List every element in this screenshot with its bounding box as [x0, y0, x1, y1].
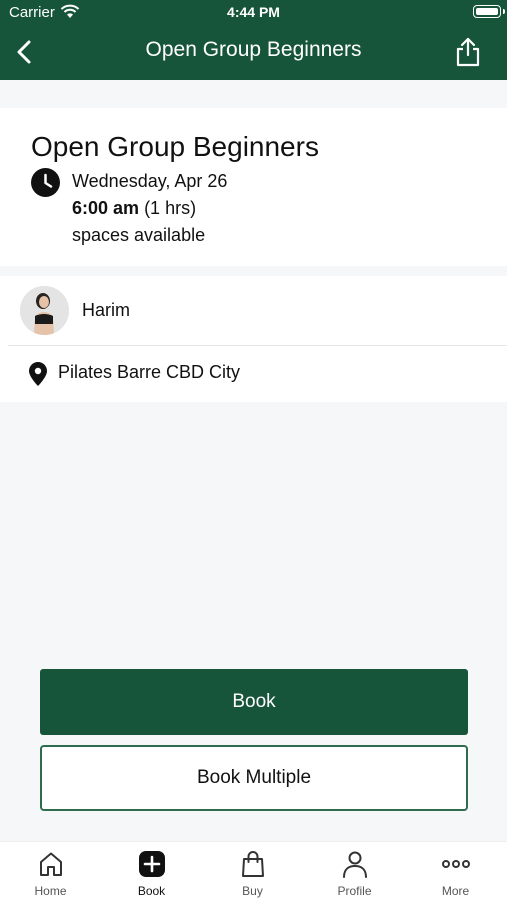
instructor-name: Harim [82, 300, 130, 320]
location-name: Pilates Barre CBD City [58, 362, 241, 382]
tab-home[interactable]: Home [0, 842, 101, 901]
class-duration: (1 hrs) [144, 198, 197, 218]
tab-buy[interactable]: Buy [202, 842, 303, 901]
spaces-available: spaces available [72, 225, 206, 245]
class-date: Wednesday, Apr 26 [72, 171, 228, 191]
details-card: Harim Pilates Barre CBD City [0, 276, 507, 402]
more-dots-icon [441, 860, 470, 868]
tab-more[interactable]: More [405, 842, 506, 901]
class-time-row: 6:00 am (1 hrs) [72, 198, 196, 219]
location-row[interactable]: Pilates Barre CBD City [0, 346, 507, 402]
share-icon[interactable] [453, 36, 483, 68]
header: Carrier 4:44 PM Open Group Beginners [0, 0, 507, 80]
status-bar: Carrier 4:44 PM [0, 0, 507, 26]
tab-book-label: Book [137, 884, 166, 898]
plus-square-icon [138, 851, 165, 877]
book-multiple-button[interactable]: Book Multiple [40, 745, 468, 811]
location-pin-icon [29, 362, 47, 386]
class-info-card: Open Group Beginners Wednesday, Apr 26 6… [0, 108, 507, 266]
tab-home-label: Home [34, 884, 67, 898]
clock-icon [31, 168, 60, 197]
back-chevron-icon[interactable] [10, 36, 40, 68]
instructor-row[interactable]: Harim [0, 276, 507, 345]
shopping-bag-icon [241, 851, 264, 877]
tab-profile[interactable]: Profile [304, 842, 405, 901]
book-button[interactable]: Book [40, 669, 468, 735]
tab-profile-label: Profile [337, 884, 372, 898]
person-icon [342, 851, 367, 878]
battery-icon [473, 5, 501, 18]
avatar [20, 286, 69, 335]
tab-bar: Home Book Buy Profile More [0, 841, 507, 901]
tab-more-label: More [441, 884, 470, 898]
home-icon [39, 852, 62, 876]
class-title: Open Group Beginners [31, 131, 319, 162]
tab-buy-label: Buy [242, 884, 263, 898]
page-title: Open Group Beginners [145, 38, 362, 61]
status-time: 4:44 PM [227, 4, 280, 20]
class-time: 6:00 am [72, 198, 140, 218]
tab-book[interactable]: Book [101, 842, 202, 901]
